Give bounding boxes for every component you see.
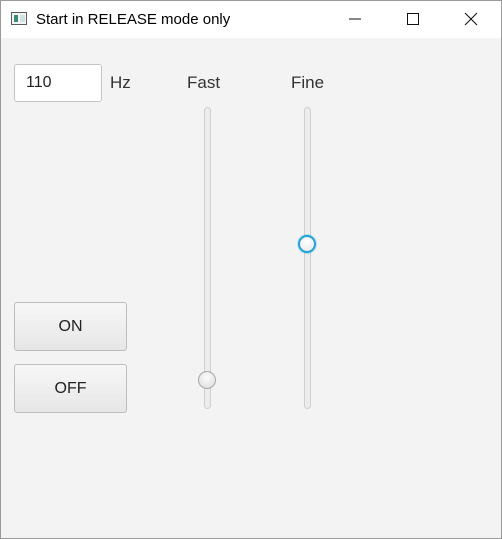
fine-slider-label: Fine <box>291 73 325 92</box>
fast-slider-label: Fast <box>187 73 221 92</box>
fast-slider[interactable] <box>196 107 220 409</box>
fast-slider-track[interactable] <box>204 107 211 409</box>
app-window: Start in RELEASE mode only Hz Fast Fine … <box>0 0 502 539</box>
fine-slider-thumb[interactable] <box>298 235 316 254</box>
title-bar[interactable]: Start in RELEASE mode only <box>1 1 501 38</box>
close-icon <box>464 12 478 26</box>
minimize-button[interactable] <box>326 1 384 38</box>
fast-slider-thumb[interactable] <box>198 371 216 390</box>
frequency-input[interactable] <box>14 64 102 102</box>
maximize-icon <box>407 13 419 25</box>
minimize-icon <box>349 18 361 20</box>
window-title: Start in RELEASE mode only <box>36 11 231 28</box>
close-button[interactable] <box>442 1 500 38</box>
fine-slider-track[interactable] <box>304 107 311 409</box>
fine-slider[interactable] <box>296 107 320 409</box>
app-window-icon <box>11 12 27 25</box>
on-button[interactable]: ON <box>14 302 127 351</box>
maximize-button[interactable] <box>384 1 442 38</box>
off-button[interactable]: OFF <box>14 364 127 413</box>
frequency-unit-label: Hz <box>110 73 131 92</box>
